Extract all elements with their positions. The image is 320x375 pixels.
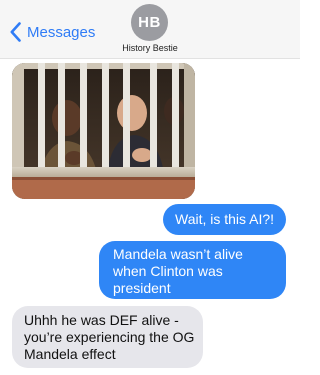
conversation-header: Messages HB History Bestie xyxy=(0,0,300,59)
back-button-label: Messages xyxy=(27,23,96,41)
chevron-left-icon xyxy=(10,22,21,42)
message-bubble-sent[interactable]: Mandela wasn’t alive when Clinton was pr… xyxy=(99,241,286,299)
contact-name[interactable]: History Bestie xyxy=(0,43,300,53)
message-bubble-sent[interactable]: Wait, is this AI?! xyxy=(163,204,286,235)
back-button[interactable]: Messages xyxy=(10,20,95,44)
message-bubble-received[interactable]: Uhhh he was DEF alive - you’re experienc… xyxy=(12,306,203,368)
photo-image xyxy=(12,63,195,199)
contact-avatar[interactable]: HB xyxy=(131,4,168,41)
photo-attachment[interactable] xyxy=(12,63,195,199)
